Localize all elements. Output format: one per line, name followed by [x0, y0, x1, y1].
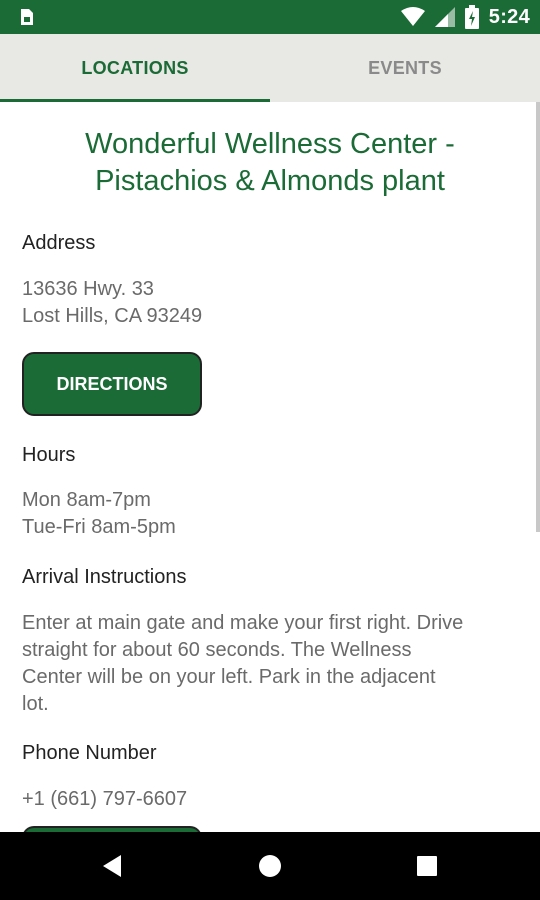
phone-value[interactable]: +1 (661) 797-6607 [22, 786, 187, 813]
tab-events-label: EVENTS [368, 57, 442, 78]
home-icon [259, 855, 281, 877]
hours-line2: Tue-Fri 8am-5pm [22, 516, 176, 538]
scrollbar[interactable] [536, 102, 540, 532]
address-label: Address [22, 232, 96, 254]
tab-events[interactable]: EVENTS [270, 34, 540, 102]
tab-bar: LOCATIONS EVENTS [0, 34, 540, 102]
sim-card-icon [21, 9, 33, 25]
recents-icon [417, 856, 437, 876]
arrival-line3: Center will be on your left. Park in the… [22, 666, 436, 688]
tab-locations[interactable]: LOCATIONS [0, 34, 270, 102]
phone-label: Phone Number [22, 742, 157, 764]
back-icon [103, 855, 121, 877]
address-value: 13636 Hwy. 33 Lost Hills, CA 93249 [22, 276, 202, 330]
arrival-line4: lot. [22, 693, 49, 715]
hours-value: Mon 8am-7pm Tue-Fri 8am-5pm [22, 487, 176, 541]
navigation-bar [0, 832, 540, 900]
address-line1: 13636 Hwy. 33 [22, 278, 154, 300]
battery-charging-icon [464, 5, 479, 29]
location-title-line2: Pistachios & Almonds plant [95, 165, 445, 197]
back-button[interactable] [82, 832, 142, 900]
address-line2: Lost Hills, CA 93249 [22, 305, 203, 327]
home-button[interactable] [240, 832, 300, 900]
directions-button[interactable]: DIRECTIONS [22, 352, 202, 416]
signal-icon [434, 7, 455, 27]
tab-locations-label: LOCATIONS [81, 57, 189, 78]
wifi-icon [400, 7, 425, 26]
recents-button[interactable] [397, 832, 457, 900]
arrival-instructions-value: Enter at main gate and make your first r… [22, 610, 463, 718]
clock: 5:24 [488, 5, 530, 28]
hours-label: Hours [22, 444, 76, 466]
location-title: Wonderful Wellness Center - Pistachios &… [20, 126, 520, 200]
location-details[interactable]: Wonderful Wellness Center - Pistachios &… [0, 102, 540, 832]
hours-line1: Mon 8am-7pm [22, 489, 151, 511]
status-bar: 5:24 [0, 0, 540, 34]
arrival-line1: Enter at main gate and make your first r… [22, 612, 464, 634]
location-title-line1: Wonderful Wellness Center - [85, 128, 455, 160]
arrival-instructions-label: Arrival Instructions [22, 566, 187, 588]
arrival-line2: straight for about 60 seconds. The Welln… [22, 639, 412, 661]
